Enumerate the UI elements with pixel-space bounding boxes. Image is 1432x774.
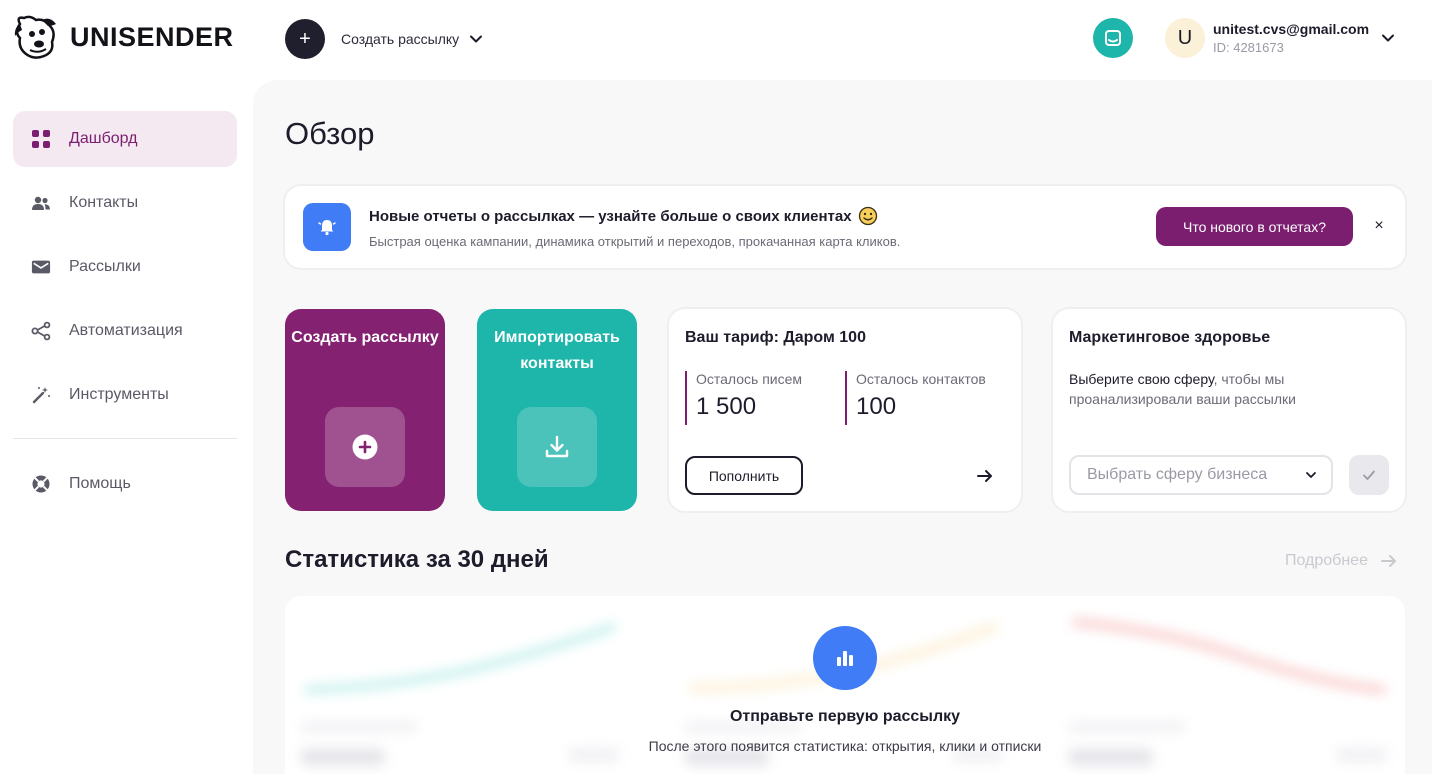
letters-remaining-label: Осталось писем <box>696 371 803 387</box>
create-campaign-tile[interactable]: Создать рассылку <box>285 309 445 511</box>
lifebuoy-icon <box>31 474 51 494</box>
bell-icon <box>303 203 351 251</box>
check-icon <box>1363 470 1375 480</box>
magic-wand-icon <box>31 385 51 405</box>
sidebar-divider <box>13 438 237 439</box>
sidebar-item-dashboard[interactable]: Дашборд <box>13 111 237 167</box>
arrow-right-icon[interactable] <box>965 456 1005 496</box>
main-content: Обзор Новые отчеты о рассылках — узнайте… <box>253 80 1432 774</box>
confirm-sphere-button[interactable] <box>1349 455 1389 495</box>
avatar[interactable]: U <box>1165 18 1205 58</box>
user-id: ID: 4281673 <box>1213 40 1284 55</box>
dashboard-icon <box>31 129 51 149</box>
contacts-icon <box>31 193 51 213</box>
dog-logo-icon <box>14 15 56 59</box>
sidebar-item-campaigns[interactable]: Рассылки <box>13 239 237 295</box>
plus-circle-icon <box>352 434 378 460</box>
notice-subtitle: Быстрая оценка кампании, динамика открыт… <box>369 234 901 249</box>
stats-section-title: Статистика за 30 дней <box>285 546 549 573</box>
contacts-remaining-label: Осталось контактов <box>856 371 986 387</box>
contacts-remaining: Осталось контактов 100 <box>845 371 986 425</box>
bar-chart-icon <box>813 626 877 690</box>
chevron-down-icon[interactable] <box>469 32 483 46</box>
letters-remaining: Осталось писем 1 500 <box>685 371 802 425</box>
plus-icon[interactable]: + <box>285 19 325 59</box>
stats-panel: Отправьте первую рассылку После этого по… <box>285 596 1405 774</box>
stats-more-link[interactable]: Подробнее <box>1285 552 1398 570</box>
business-sphere-select[interactable]: Выбрать сферу бизнеса <box>1069 455 1333 495</box>
sidebar-item-automation[interactable]: Автоматизация <box>13 303 237 359</box>
business-sphere-placeholder: Выбрать сферу бизнеса <box>1087 466 1268 483</box>
stats-more-label: Подробнее <box>1285 552 1368 569</box>
smile-emoji-icon <box>858 206 877 226</box>
brand-name: UNISENDER <box>70 21 234 52</box>
sidebar-item-label: Рассылки <box>69 258 141 275</box>
reports-notice-banner: Новые отчеты о рассылках — узнайте больш… <box>285 186 1405 268</box>
chat-icon <box>1105 30 1121 46</box>
user-info: unitest.cvs@gmail.com ID: 4281673 <box>1213 21 1369 55</box>
whats-new-reports-button[interactable]: Что нового в отчетах? <box>1156 207 1353 246</box>
mail-icon <box>31 257 51 277</box>
sidebar-item-tools[interactable]: Инструменты <box>13 367 237 423</box>
user-email: unitest.cvs@gmail.com <box>1213 21 1370 37</box>
import-contacts-tile[interactable]: Импортировать контакты <box>477 309 637 511</box>
notice-title-row: Новые отчеты о рассылках — узнайте больш… <box>369 206 878 226</box>
empty-stats-title: Отправьте первую рассылку <box>729 708 961 725</box>
user-menu[interactable]: U unitest.cvs@gmail.com ID: 4281673 <box>1165 18 1394 58</box>
contacts-remaining-value: 100 <box>856 393 897 420</box>
sidebar-item-label: Дашборд <box>69 130 138 147</box>
sidebar-item-label: Контакты <box>69 194 139 211</box>
marketing-health-text: Выберите свою сферу, чтобы мы проанализи… <box>1069 369 1369 409</box>
tile-label: Создать рассылку <box>291 329 439 346</box>
tile-icon-box <box>517 407 597 487</box>
letters-remaining-value: 1 500 <box>696 393 757 420</box>
close-icon[interactable]: × <box>1369 216 1389 236</box>
logo[interactable]: UNISENDER <box>12 14 234 60</box>
tariff-card: Ваш тариф: Даром 100 Осталось писем 1 50… <box>669 309 1021 511</box>
sidebar: Дашборд Контакты Рассылки Автоматизация … <box>0 80 252 774</box>
page-title: Обзор <box>285 116 375 151</box>
tariff-title: Ваш тариф: Даром 100 <box>685 329 866 346</box>
sidebar-item-label: Автоматизация <box>69 322 183 339</box>
chevron-down-icon <box>1306 472 1316 478</box>
topup-button[interactable]: Пополнить <box>685 456 803 495</box>
arrow-right-icon <box>1380 555 1396 567</box>
marketing-health-title: Маркетинговое здоровье <box>1069 329 1271 346</box>
sidebar-item-contacts[interactable]: Контакты <box>13 175 237 231</box>
automation-icon <box>31 321 51 341</box>
download-icon <box>545 435 569 458</box>
notice-title: Новые отчеты о рассылках — узнайте больш… <box>369 207 852 225</box>
sidebar-item-help[interactable]: Помощь <box>13 456 237 512</box>
tile-label: Импортировать контакты <box>494 329 620 372</box>
create-campaign-label: Создать рассылку <box>341 31 460 47</box>
choose-sphere-text: Выберите свою сферу <box>1069 371 1214 387</box>
top-header: UNISENDER + Создать рассылку U unitest.c… <box>0 0 1432 80</box>
tile-icon-box <box>325 407 405 487</box>
sidebar-item-label: Помощь <box>69 475 131 492</box>
marketing-health-card: Маркетинговое здоровье Выберите свою сфе… <box>1053 309 1405 511</box>
support-chat-button[interactable] <box>1093 18 1133 58</box>
sidebar-item-label: Инструменты <box>69 386 169 403</box>
create-campaign-menu[interactable]: + Создать рассылку <box>285 19 483 59</box>
chevron-down-icon[interactable] <box>1381 31 1395 45</box>
empty-stats-subtitle: После этого появится статистика: открыти… <box>648 738 1042 754</box>
